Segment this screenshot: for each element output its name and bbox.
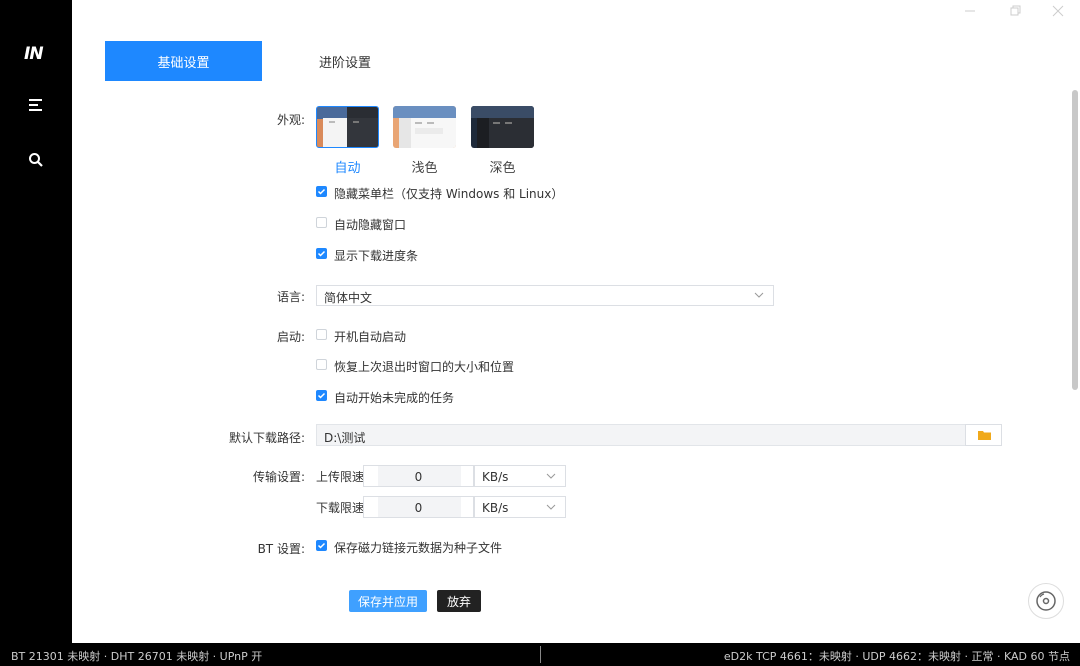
- download-limit-label: 下载限速: [316, 501, 365, 515]
- upload-limit-label: 上传限速: [316, 470, 365, 484]
- auto-hide-window-label: 自动隐藏窗口: [334, 218, 407, 232]
- download-limit-value: 0: [414, 501, 423, 515]
- discard-button[interactable]: 放弃: [437, 590, 481, 612]
- status-bar: BT 21301 未映射 · DHT 26701 未映射 · UPnP 开 eD…: [0, 643, 1080, 666]
- bt-settings-label: BT 设置:: [257, 542, 305, 556]
- maximize-icon[interactable]: [1008, 4, 1022, 18]
- minimize-icon[interactable]: [963, 4, 977, 18]
- transfer-label: 传输设置:: [252, 470, 305, 484]
- upload-unit-value: KB/s: [482, 470, 509, 484]
- scrollbar-thumb[interactable]: [1072, 90, 1078, 390]
- menu-icon[interactable]: [27, 96, 45, 114]
- upload-limit-value: 0: [414, 470, 423, 484]
- chevron-down-icon: [545, 501, 557, 516]
- browse-folder-button[interactable]: [965, 424, 1002, 446]
- auto-start-tasks-checkbox[interactable]: [316, 390, 327, 401]
- upload-unit-select[interactable]: KB/s: [474, 465, 566, 487]
- tab-basic-settings[interactable]: 基础设置: [105, 41, 262, 81]
- startup-label: 启动:: [276, 330, 305, 344]
- theme-auto-thumbnail[interactable]: [316, 106, 379, 148]
- status-bt-info: BT 21301 未映射 · DHT 26701 未映射 · UPnP 开: [11, 650, 263, 663]
- download-path-value: D:\测试: [324, 431, 366, 445]
- download-unit-select[interactable]: KB/s: [474, 496, 566, 518]
- hide-menubar-checkbox[interactable]: [316, 186, 327, 197]
- download-unit-value: KB/s: [482, 501, 509, 515]
- theme-dark-thumbnail[interactable]: [471, 106, 534, 148]
- auto-hide-window-checkbox[interactable]: [316, 217, 327, 228]
- restore-window-checkbox[interactable]: [316, 359, 327, 370]
- chevron-down-icon: [545, 470, 557, 485]
- disk-icon: [1036, 591, 1056, 611]
- language-select-value: 简体中文: [324, 291, 373, 305]
- show-progress-bar-label: 显示下载进度条: [334, 249, 419, 263]
- theme-dark-label[interactable]: 深色: [471, 157, 534, 176]
- auto-start-tasks-label: 自动开始未完成的任务: [334, 391, 455, 405]
- app-logo: IN: [24, 44, 44, 64]
- language-select[interactable]: 简体中文: [316, 285, 774, 306]
- appearance-label: 外观:: [276, 113, 305, 127]
- chevron-down-icon: [753, 289, 765, 304]
- download-path-input[interactable]: D:\测试: [316, 424, 966, 446]
- status-divider: [540, 646, 541, 663]
- save-magnet-metadata-checkbox[interactable]: [316, 540, 327, 551]
- search-icon[interactable]: [27, 151, 45, 169]
- status-ed2k-info: eD2k TCP 4661：未映射 · UDP 4662：未映射 · 正常 · …: [723, 650, 1070, 663]
- download-limit-input[interactable]: 0: [363, 496, 474, 518]
- launch-at-boot-label: 开机自动启动: [334, 330, 407, 344]
- download-path-label: 默认下载路径:: [228, 431, 305, 445]
- restore-window-label: 恢复上次退出时窗口的大小和位置: [334, 360, 515, 374]
- show-progress-bar-checkbox[interactable]: [316, 248, 327, 259]
- theme-light-label[interactable]: 浅色: [393, 157, 456, 176]
- theme-light-thumbnail[interactable]: [393, 106, 456, 148]
- hide-menubar-label: 隐藏菜单栏（仅支持 Windows 和 Linux）: [334, 187, 564, 201]
- close-icon[interactable]: [1051, 4, 1065, 18]
- sidebar: IN: [0, 0, 72, 643]
- launch-at-boot-checkbox[interactable]: [316, 329, 327, 340]
- tab-advanced-settings[interactable]: 进阶设置: [270, 41, 420, 81]
- save-magnet-metadata-label: 保存磁力链接元数据为种子文件: [334, 541, 503, 555]
- disk-usage-button[interactable]: [1028, 583, 1064, 619]
- upload-limit-input[interactable]: 0: [363, 465, 474, 487]
- language-label: 语言:: [276, 290, 305, 304]
- folder-icon: [978, 429, 991, 444]
- save-apply-button[interactable]: 保存并应用: [349, 590, 427, 612]
- theme-auto-label[interactable]: 自动: [316, 157, 379, 176]
